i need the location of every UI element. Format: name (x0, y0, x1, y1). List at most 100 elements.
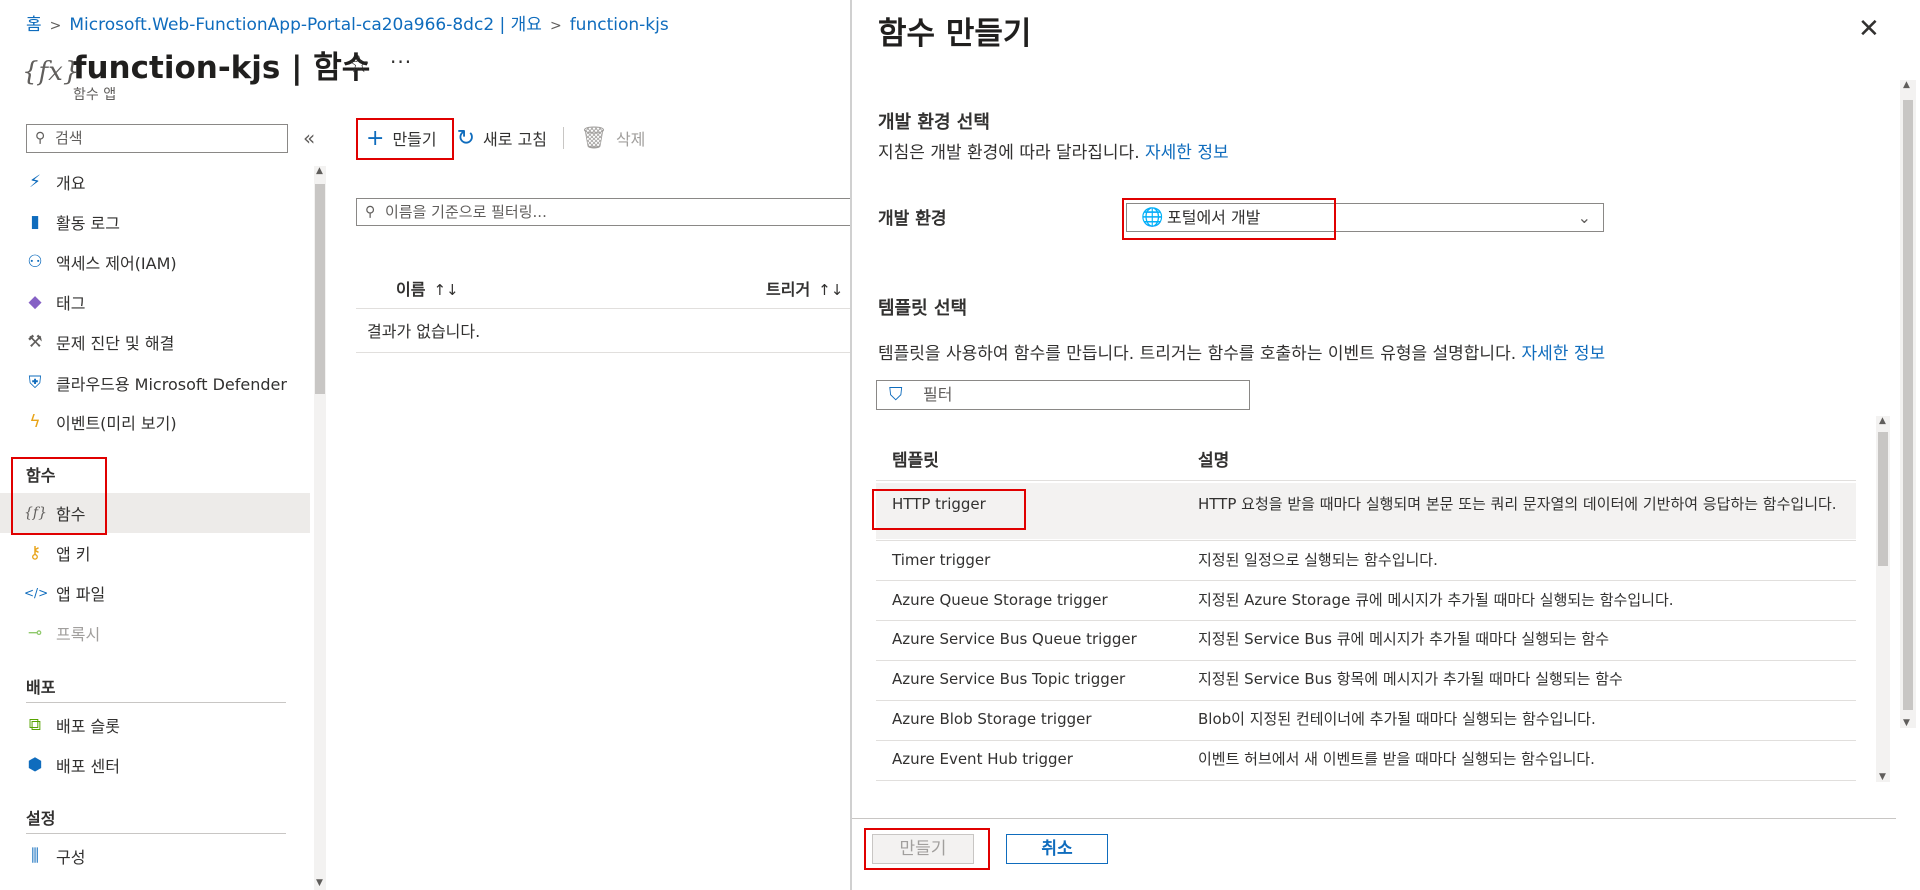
template-filter-input[interactable]: ⛉ 필터 (876, 380, 1250, 410)
sidebar-item-deployment-slots[interactable]: ⧉ 배포 슬롯 (0, 705, 310, 745)
sidebar-group-settings: 설정 (26, 809, 56, 828)
sidebar-scrollbar[interactable]: ▲ ▼ (314, 166, 326, 890)
scroll-up-icon[interactable]: ▲ (1903, 80, 1910, 90)
env-dropdown-value: 포털에서 개발 (1167, 208, 1261, 227)
sidebar-item-defender[interactable]: ⛨ 클라우드용 Microsoft Defender (0, 363, 310, 403)
chevron-right-icon: > (49, 18, 62, 34)
divider (356, 352, 856, 353)
search-icon: ⚲ (365, 204, 376, 220)
sidebar-group-functions: 함수 (26, 466, 56, 485)
template-name: HTTP trigger (892, 495, 986, 513)
template-row-queue[interactable]: Azure Queue Storage trigger 지정된 Azure St… (876, 581, 1856, 620)
page-title: function-kjs | 함수 (73, 50, 371, 86)
sidebar-item-proxies[interactable]: ⊸ 프록시 (0, 613, 310, 653)
panel-create-button[interactable]: 만들기 (872, 834, 974, 864)
sidebar-item-configuration[interactable]: ⫼ 구성 (0, 836, 310, 876)
template-row-timer[interactable]: Timer trigger 지정된 일정으로 실행되는 함수입니다. (876, 541, 1856, 580)
sidebar-item-tags[interactable]: ◆ 태그 (0, 282, 310, 322)
template-row-eventhub[interactable]: Azure Event Hub trigger 이벤트 허브에서 새 이벤트를 … (876, 741, 1856, 780)
settings-bars-icon: ⫼ (31, 846, 39, 866)
scroll-down-icon[interactable]: ▼ (1903, 718, 1910, 728)
star-icon[interactable]: ☆ (348, 50, 370, 78)
sidebar-item-functions[interactable]: {f} 함수 (0, 493, 310, 533)
sidebar-item-label: 문제 진단 및 해결 (56, 334, 175, 353)
more-info-link[interactable]: 자세한 정보 (1522, 344, 1606, 364)
column-header-label: 트리거 (766, 280, 811, 299)
template-row-http[interactable]: HTTP trigger HTTP 요청을 받을 때마다 실행되며 본문 또는 … (876, 483, 1856, 539)
people-icon: ⚇ (27, 252, 43, 272)
scroll-up-icon[interactable]: ▲ (1879, 416, 1886, 426)
sidebar-item-label: 액세스 제어(IAM) (56, 254, 177, 273)
sidebar-item-label: 구성 (56, 848, 86, 867)
template-table-scrollbar[interactable]: ▲ ▼ (1876, 416, 1890, 782)
sidebar-item-label: 클라우드용 Microsoft Defender (56, 375, 287, 394)
refresh-label: 새로 고침 (483, 130, 548, 149)
create-button[interactable]: + 만들기 (356, 118, 447, 158)
function-filter-input[interactable]: ⚲ 이름을 기준으로 필터링... (356, 198, 856, 226)
sort-icon: ↑↓ (818, 281, 844, 299)
more-info-link[interactable]: 자세한 정보 (1145, 143, 1229, 163)
sidebar-item-label: 배포 센터 (56, 757, 120, 776)
template-description: 지정된 Service Bus 큐에 메시지가 추가될 때마다 실행되는 함수 (1198, 630, 1609, 648)
column-header-trigger[interactable]: 트리거 ↑↓ (766, 276, 843, 300)
breadcrumb-current-link[interactable]: function-kjs (570, 15, 669, 35)
filter-placeholder: 이름을 기준으로 필터링... (385, 203, 547, 221)
delete-button[interactable]: 🗑 삭제 (570, 118, 655, 158)
sidebar-item-deployment-center[interactable]: ⬢ 배포 센터 (0, 745, 310, 785)
template-description: 템플릿을 사용하여 함수를 만듭니다. 트리거는 함수를 호출하는 이벤트 유형… (878, 339, 1605, 364)
panel-scrollbar[interactable]: ▲ ▼ (1900, 80, 1916, 728)
sidebar-item-app-keys[interactable]: ⚷ 앱 키 (0, 533, 310, 573)
collapse-sidebar-icon[interactable]: « (303, 126, 315, 150)
chevron-right-icon: > (549, 18, 562, 34)
template-row-servicebus-topic[interactable]: Azure Service Bus Topic trigger 지정된 Serv… (876, 661, 1856, 700)
breadcrumb-home-link[interactable]: 홈 (26, 15, 42, 35)
search-icon: ⚲ (35, 130, 46, 146)
template-description-text: 템플릿을 사용하여 함수를 만듭니다. 트리거는 함수를 호출하는 이벤트 유형… (878, 344, 1517, 364)
globe-icon: 🌐 (1141, 207, 1164, 228)
column-header-label: 이름 (396, 280, 426, 299)
template-row-blob[interactable]: Azure Blob Storage trigger Blob이 지정된 컨테이… (876, 701, 1856, 740)
template-filter-placeholder: 필터 (923, 385, 953, 404)
sidebar-item-app-files[interactable]: </> 앱 파일 (0, 573, 310, 613)
scrollbar-thumb[interactable] (315, 184, 325, 394)
sidebar-item-iam[interactable]: ⚇ 액세스 제어(IAM) (0, 242, 310, 282)
panel-title: 함수 만들기 (878, 16, 1032, 52)
sidebar-item-overview[interactable]: ⚡ 개요 (0, 162, 310, 202)
env-dropdown[interactable]: 🌐 포털에서 개발 ⌄ (1126, 203, 1604, 232)
scroll-up-icon[interactable]: ▲ (316, 166, 323, 176)
close-icon[interactable]: ✕ (1858, 14, 1880, 44)
template-heading: 템플릿 선택 (878, 298, 968, 319)
divider (563, 127, 565, 149)
template-name: Timer trigger (892, 551, 991, 569)
scrollbar-thumb[interactable] (1878, 432, 1888, 566)
breadcrumb-resource-link[interactable]: Microsoft.Web-FunctionApp-Portal-ca20a96… (69, 15, 542, 35)
panel-cancel-button[interactable]: 취소 (1006, 834, 1108, 864)
sidebar-item-activity-log[interactable]: ▮ 활동 로그 (0, 202, 310, 242)
log-icon: ▮ (30, 212, 40, 232)
plus-icon: + (366, 125, 385, 151)
sidebar-item-events[interactable]: ϟ 이벤트(미리 보기) (0, 402, 310, 442)
env-description-text: 지침은 개발 환경에 따라 달라집니다. (878, 143, 1140, 163)
sidebar-item-label: 앱 파일 (56, 585, 106, 604)
column-header-name[interactable]: 이름 ↑↓ (396, 276, 459, 300)
sidebar-item-label: 배포 슬롯 (56, 717, 120, 736)
proxy-icon: ⊸ (27, 623, 43, 643)
chevron-down-icon: ⌄ (1577, 208, 1591, 227)
wrench-icon: ⚒ (27, 332, 43, 352)
function-icon: {fx} (22, 57, 80, 87)
sidebar-item-label: 함수 (56, 505, 86, 524)
sidebar-search-input[interactable]: ⚲ 검색 (26, 124, 288, 153)
scrollbar-thumb[interactable] (1903, 100, 1913, 710)
template-row-servicebus-queue[interactable]: Azure Service Bus Queue trigger 지정된 Serv… (876, 621, 1856, 660)
template-description: 지정된 일정으로 실행되는 함수입니다. (1198, 551, 1438, 569)
template-description: 지정된 Service Bus 항목에 메시지가 추가될 때마다 실행되는 함수 (1198, 670, 1623, 688)
sidebar-item-diagnose[interactable]: ⚒ 문제 진단 및 해결 (0, 322, 310, 362)
template-description: Blob이 지정된 컨테이너에 추가될 때마다 실행되는 함수입니다. (1198, 710, 1596, 728)
column-header-template: 템플릿 (892, 451, 939, 471)
divider (876, 480, 1856, 481)
divider (852, 818, 1896, 819)
more-icon[interactable]: ··· (390, 50, 412, 74)
scroll-down-icon[interactable]: ▼ (1879, 772, 1886, 782)
scroll-down-icon[interactable]: ▼ (316, 878, 323, 888)
refresh-button[interactable]: ↻ 새로 고침 (447, 118, 557, 158)
